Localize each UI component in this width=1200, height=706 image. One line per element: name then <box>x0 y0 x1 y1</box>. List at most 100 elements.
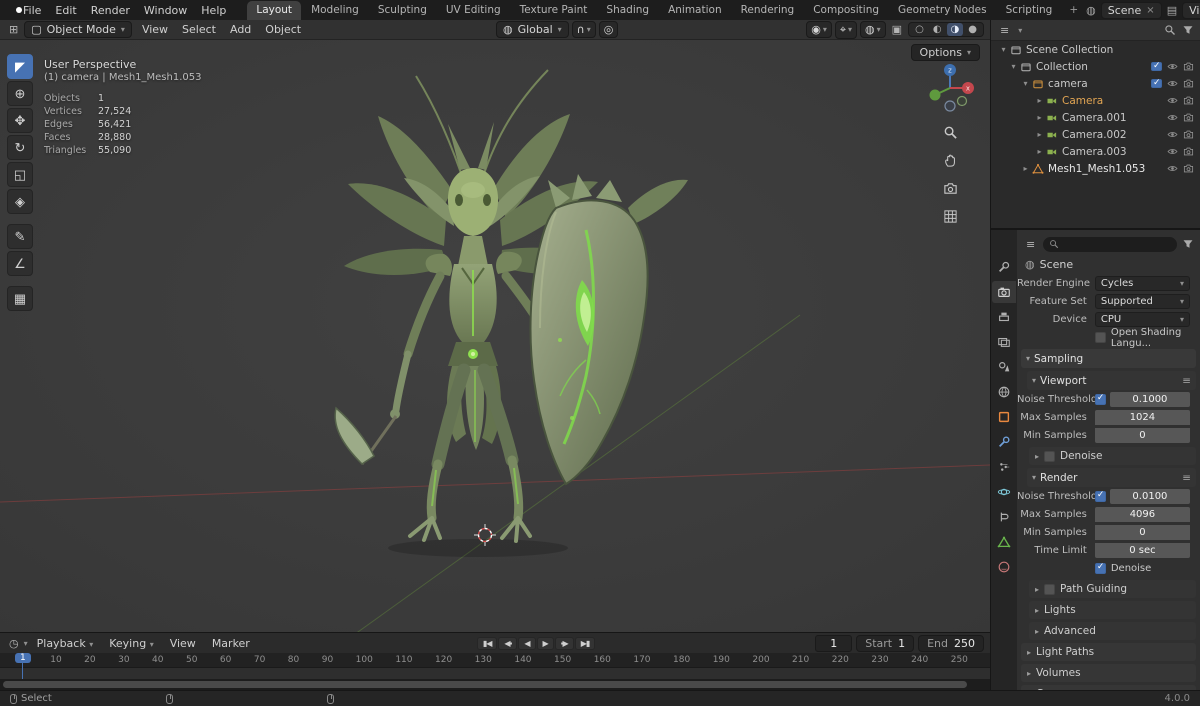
workspace-tab[interactable]: Scripting <box>997 1 1062 20</box>
topbar-menu-item[interactable]: Edit <box>48 3 83 18</box>
render-noise-threshold-checkbox[interactable] <box>1094 490 1106 502</box>
disclosure-icon[interactable]: ▾ <box>1007 62 1020 71</box>
ortho-grid-button[interactable] <box>940 206 960 226</box>
sampling-section-header[interactable]: ▾ Sampling <box>1021 349 1196 368</box>
properties-tab-view-layer[interactable] <box>992 331 1016 353</box>
start-frame-field[interactable]: Start 1 <box>856 634 915 652</box>
end-frame-field[interactable]: End 250 <box>918 634 984 652</box>
properties-tab-modifiers[interactable] <box>992 431 1016 453</box>
topbar-menu-item[interactable]: Window <box>137 3 194 18</box>
viewport-3d[interactable]: ◤ ⊕ ✥ ↻ ◱ ◈ ✎ ∠ ▦ User Perspective (1) c… <box>0 40 990 632</box>
disclosure-icon[interactable]: ▸ <box>1033 147 1046 156</box>
visibility-dropdown[interactable]: ◉ ▾ <box>806 21 832 38</box>
workspace-tab[interactable]: Layout <box>247 0 302 20</box>
viewport-menu-item[interactable]: Select <box>175 22 223 37</box>
properties-tab-constraints[interactable] <box>992 506 1016 528</box>
workspace-tab[interactable]: Texture Paint <box>511 1 597 20</box>
jump-to-end-button[interactable]: ▶▮ <box>574 636 596 650</box>
viewport-menu-item[interactable]: View <box>135 22 175 37</box>
workspace-tab[interactable]: Compositing <box>804 1 888 20</box>
hide-eye-icon[interactable] <box>1167 95 1178 106</box>
lights-panel[interactable]: ▸ Lights <box>1029 601 1196 619</box>
render-noise-threshold-field[interactable]: 0.0100 <box>1109 489 1190 504</box>
collection-exclude-checkbox[interactable] <box>1151 61 1162 71</box>
disable-render-icon[interactable] <box>1183 78 1194 89</box>
current-frame-field[interactable]: 1 <box>815 634 853 652</box>
outliner-row-camera-002[interactable]: ▸ Camera.002 <box>991 126 1200 143</box>
advanced-panel[interactable]: ▸ Advanced <box>1029 622 1196 640</box>
properties-editor-icon[interactable]: ≡ <box>1023 238 1038 251</box>
path-guiding-checkbox[interactable] <box>1044 583 1056 595</box>
add-workspace-button[interactable]: + <box>1063 1 1084 19</box>
outliner-editor-icon[interactable]: ≡ <box>997 24 1012 37</box>
properties-tab-output[interactable] <box>992 306 1016 328</box>
light-paths-panel[interactable]: ▸ Light Paths <box>1021 643 1196 661</box>
tool-measure[interactable]: ∠ <box>7 251 33 276</box>
marker-menu[interactable]: Marker <box>205 636 257 651</box>
workspace-tab[interactable]: Modeling <box>302 1 368 20</box>
presets-icon[interactable]: ≡ <box>1182 375 1191 387</box>
device-dropdown[interactable]: CPU ▾ <box>1094 312 1190 327</box>
outliner-row-camera-collection[interactable]: ▾ camera <box>991 75 1200 92</box>
properties-tab-render[interactable] <box>992 281 1016 303</box>
presets-icon[interactable]: ≡ <box>1182 472 1191 484</box>
render-engine-dropdown[interactable]: Cycles ▾ <box>1094 276 1190 291</box>
topbar-menu-item[interactable]: Render <box>84 3 137 18</box>
time-limit-field[interactable]: 0 sec <box>1094 543 1190 558</box>
filter-icon[interactable] <box>1182 238 1194 250</box>
jump-to-start-button[interactable]: ▮◀ <box>476 636 498 650</box>
outliner-row-camera[interactable]: ▸ Camera <box>991 92 1200 109</box>
disable-render-icon[interactable] <box>1183 146 1194 157</box>
overlays-dropdown[interactable]: ◍ ▾ <box>860 21 886 38</box>
tool-transform[interactable]: ◈ <box>7 189 33 214</box>
disable-render-icon[interactable] <box>1183 112 1194 123</box>
hide-eye-icon[interactable] <box>1167 61 1178 72</box>
disable-render-icon[interactable] <box>1183 61 1194 72</box>
shading-solid-button[interactable]: ◐ <box>929 23 946 36</box>
workspace-tab[interactable]: Geometry Nodes <box>889 1 996 20</box>
search-icon[interactable] <box>1164 24 1176 36</box>
collection-exclude-checkbox[interactable] <box>1151 78 1162 88</box>
viewport-min-samples-field[interactable]: 0 <box>1094 428 1190 443</box>
orientation-selector[interactable]: ◍ Global ▾ <box>495 21 569 38</box>
feature-set-dropdown[interactable]: Supported ▾ <box>1094 294 1190 309</box>
xray-toggle[interactable]: ▣ <box>889 23 905 36</box>
render-max-samples-field[interactable]: 4096 <box>1094 507 1190 522</box>
workspace-tab[interactable]: UV Editing <box>437 1 510 20</box>
disable-render-icon[interactable] <box>1183 95 1194 106</box>
orientation-gizmo[interactable]: z x <box>922 58 978 114</box>
timeline-editor-icon[interactable]: ◷ <box>6 637 22 650</box>
camera-view-button[interactable] <box>940 178 960 198</box>
workspace-tab[interactable]: Sculpting <box>369 1 436 20</box>
disclosure-icon[interactable]: ▸ <box>1019 164 1032 173</box>
viewport-noise-threshold-field[interactable]: 0.1000 <box>1109 392 1190 407</box>
tool-add-cube[interactable]: ▦ <box>7 286 33 311</box>
outliner-row-camera-003[interactable]: ▸ Camera.003 <box>991 143 1200 160</box>
viewport-noise-threshold-checkbox[interactable] <box>1094 393 1106 405</box>
gizmos-dropdown[interactable]: ⌖ ▾ <box>834 20 858 39</box>
hide-eye-icon[interactable] <box>1167 163 1178 174</box>
properties-tab-world[interactable] <box>992 381 1016 403</box>
tool-rotate[interactable]: ↻ <box>7 135 33 160</box>
properties-tab-object[interactable] <box>992 406 1016 428</box>
zoom-button[interactable] <box>940 122 960 142</box>
proportional-editing-toggle[interactable]: ◎ <box>598 21 619 38</box>
properties-tab-tool[interactable] <box>992 256 1016 278</box>
snapping-toggle[interactable]: ∩ ▾ <box>571 21 596 38</box>
pan-hand-button[interactable] <box>940 150 960 170</box>
properties-tab-particles[interactable] <box>992 456 1016 478</box>
viewport-denoise-panel[interactable]: ▸ Denoise <box>1029 447 1196 465</box>
topbar-menu-item[interactable]: Help <box>194 3 233 18</box>
properties-tab-material[interactable] <box>992 556 1016 578</box>
path-guiding-panel[interactable]: ▸ Path Guiding <box>1029 580 1196 598</box>
view-menu[interactable]: View <box>163 636 203 651</box>
render-subsection-header[interactable]: ▾ Render ≡ <box>1027 468 1196 487</box>
outliner-row-scene-collection[interactable]: ▾ Scene Collection <box>991 41 1200 58</box>
hide-eye-icon[interactable] <box>1167 129 1178 140</box>
render-denoise-checkbox[interactable]: Denoise <box>1094 562 1190 574</box>
tool-annotate[interactable]: ✎ <box>7 224 33 249</box>
timeline-ruler[interactable]: 1102030405060708090100110120130140150160… <box>0 653 990 668</box>
shading-rendered-button[interactable]: ● <box>964 23 981 36</box>
timeline-track[interactable] <box>0 668 990 679</box>
properties-search-input[interactable] <box>1043 236 1177 252</box>
